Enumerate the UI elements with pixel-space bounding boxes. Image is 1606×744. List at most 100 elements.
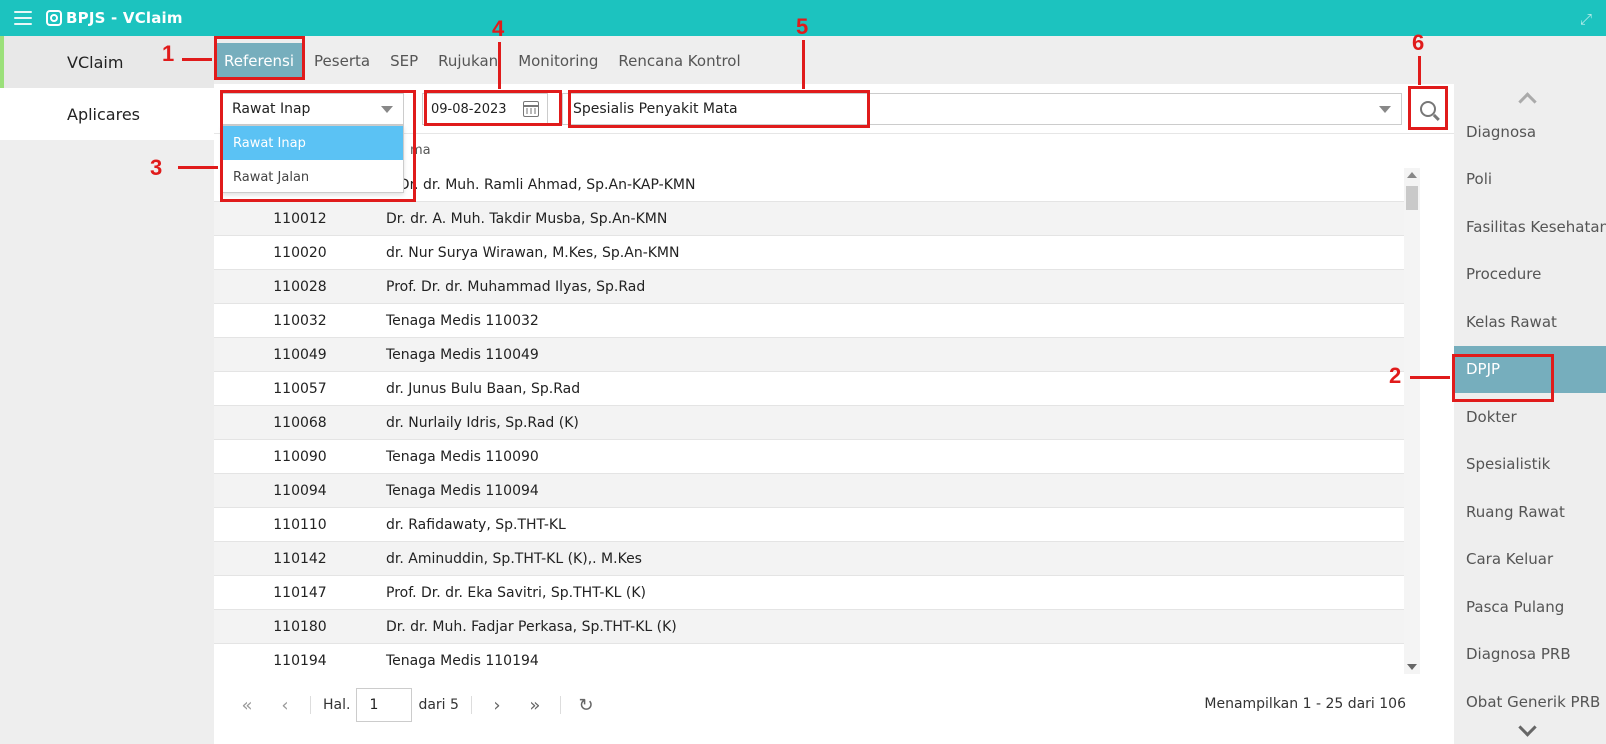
annotation-line-4 — [498, 42, 501, 89]
cell-kode: 110012 — [273, 210, 327, 227]
cell-kode: 110032 — [273, 312, 327, 329]
leftnav-item-vclaim[interactable]: VClaim — [0, 36, 214, 88]
annotation-number-2: 2 — [1389, 363, 1402, 388]
annotation-line-1 — [182, 58, 212, 61]
app-title: BPJS - VClaim — [66, 9, 183, 27]
annotation-number-1: 1 — [162, 41, 175, 66]
rightnav-item-spesialistik[interactable]: Spesialistik — [1454, 441, 1606, 489]
right-sidebar: Diagnosa Poli Fasilitas Kesehatan Procedure… — [1454, 84, 1606, 744]
cell-nama: Tenaga Medis 110049 — [386, 346, 539, 363]
annotation-number-3: 3 — [150, 155, 163, 180]
cell-nama: dr. Aminuddin, Sp.THT-KL (K),. M.Kes — [386, 550, 642, 567]
chevron-down-icon[interactable] — [1379, 106, 1391, 113]
tab-monitoring[interactable]: Monitoring — [508, 43, 608, 79]
table-row[interactable]: 110180 Dr. dr. Muh. Fadjar Perkasa, Sp.TH… — [214, 610, 1404, 644]
cell-kode: 110147 — [273, 584, 327, 601]
scroll-up-icon[interactable] — [1407, 172, 1417, 178]
scroll-down-icon[interactable] — [1407, 664, 1417, 670]
rightnav-item-ruang-rawat[interactable]: Ruang Rawat — [1454, 488, 1606, 536]
last-page-icon[interactable]: » — [516, 690, 554, 720]
cell-kode: 110057 — [273, 380, 327, 397]
page-number-input[interactable]: 1 — [356, 688, 413, 722]
refresh-icon[interactable]: ↻ — [567, 690, 605, 720]
expand-icon[interactable]: ⤢ — [1580, 10, 1592, 28]
cell-kode: 110090 — [273, 448, 327, 465]
cell-nama: Dr. dr. Muh. Fadjar Perkasa, Sp.THT-KL (… — [386, 618, 677, 635]
table-row[interactable]: 110032 Tenaga Medis 110032 — [214, 304, 1404, 338]
cell-nama: Dr. dr. A. Muh. Takdir Musba, Sp.An-KMN — [386, 210, 668, 227]
cell-kode: 110049 — [273, 346, 327, 363]
annotation-box-2 — [1452, 354, 1554, 402]
annotation-box-1 — [214, 36, 305, 80]
table-row[interactable]: 110028 Prof. Dr. dr. Muhammad Ilyas, Sp.R… — [214, 270, 1404, 304]
annotation-line-5 — [802, 40, 805, 89]
cell-nama: dr. Junus Bulu Baan, Sp.Rad — [386, 380, 581, 397]
cell-kode: 110180 — [273, 618, 327, 635]
annotation-line-6 — [1418, 56, 1421, 85]
dpjp-table: ma f. Dr. dr. Muh. Ramli Ahmad, Sp.An-KA… — [214, 134, 1454, 674]
cell-nama: Tenaga Medis 110090 — [386, 448, 539, 465]
pager-hal-label: Hal. — [323, 697, 351, 713]
bpjs-logo-icon — [46, 10, 62, 26]
cell-nama: Tenaga Medis 110194 — [386, 652, 539, 669]
leftnav-item-aplicares[interactable]: Aplicares — [0, 88, 214, 140]
table-row[interactable]: 110194 Tenaga Medis 110194 — [214, 644, 1404, 674]
annotation-line-2 — [1410, 376, 1450, 379]
cell-kode: 110142 — [273, 550, 327, 567]
pager-divider — [310, 696, 311, 714]
table-row[interactable]: 110147 Prof. Dr. dr. Eka Savitri, Sp.THT-… — [214, 576, 1404, 610]
referensi-menu: Diagnosa Poli Fasilitas Kesehatan Procedure… — [1454, 108, 1606, 726]
table-scrollbar[interactable] — [1404, 168, 1420, 674]
table-row[interactable]: 110020 dr. Nur Surya Wirawan, M.Kes, Sp.A… — [214, 236, 1404, 270]
table-row[interactable]: 110090 Tenaga Medis 110090 — [214, 440, 1404, 474]
table-row[interactable]: 110057 dr. Junus Bulu Baan, Sp.Rad — [214, 372, 1404, 406]
cell-kode: 110028 — [273, 278, 327, 295]
cell-nama: dr. Nur Surya Wirawan, M.Kes, Sp.An-KMN — [386, 244, 680, 261]
rightnav-item-fasilitas-kesehatan[interactable]: Fasilitas Kesehatan — [1454, 203, 1606, 251]
chevron-up-icon[interactable] — [1520, 92, 1534, 106]
tab-rencana-kontrol[interactable]: Rencana Kontrol — [608, 43, 750, 79]
table-row[interactable]: 110142 dr. Aminuddin, Sp.THT-KL (K),. M.K… — [214, 542, 1404, 576]
prev-page-icon[interactable]: ‹ — [266, 690, 304, 720]
rightnav-item-poli[interactable]: Poli — [1454, 156, 1606, 204]
hamburger-menu-icon[interactable] — [14, 11, 32, 25]
rightnav-item-kelas-rawat[interactable]: Kelas Rawat — [1454, 298, 1606, 346]
table-row[interactable]: 110049 Tenaga Medis 110049 — [214, 338, 1404, 372]
rightnav-item-diagnosa-prb[interactable]: Diagnosa PRB — [1454, 631, 1606, 679]
rightnav-item-diagnosa[interactable]: Diagnosa — [1454, 108, 1606, 156]
table-row[interactable]: 110012 Dr. dr. A. Muh. Takdir Musba, Sp.A… — [214, 202, 1404, 236]
first-page-icon[interactable]: « — [228, 690, 266, 720]
annotation-box-5 — [568, 90, 870, 128]
cell-nama: Tenaga Medis 110094 — [386, 482, 539, 499]
pager-divider — [470, 696, 472, 714]
table-row[interactable]: 110110 dr. Rafidawaty, Sp.THT-KL — [214, 508, 1404, 542]
rightnav-item-obat-generik-prb[interactable]: Obat Generik PRB — [1454, 678, 1606, 726]
pager-divider — [559, 696, 561, 714]
table-row[interactable]: 110068 dr. Nurlaily Idris, Sp.Rad (K) — [214, 406, 1404, 440]
annotation-number-6: 6 — [1412, 30, 1425, 55]
annotation-number-4: 4 — [492, 16, 505, 41]
cell-kode: 110068 — [273, 414, 327, 431]
table-row[interactable]: 110094 Tenaga Medis 110094 — [214, 474, 1404, 508]
pagination-bar: « ‹ Hal. 1 dari 5 › » ↻ Menampilkan 1 - … — [214, 680, 1454, 730]
tab-sep[interactable]: SEP — [380, 43, 428, 79]
cell-kode: 110020 — [273, 244, 327, 261]
chevron-down-icon[interactable] — [1520, 722, 1534, 736]
annotation-box-4 — [424, 90, 562, 126]
rightnav-item-pasca-pulang[interactable]: Pasca Pulang — [1454, 583, 1606, 631]
cell-kode: 110110 — [273, 516, 327, 533]
cell-nama: Tenaga Medis 110032 — [386, 312, 539, 329]
pager-info: Menampilkan 1 - 25 dari 106 — [1204, 696, 1406, 712]
cell-nama: dr. Nurlaily Idris, Sp.Rad (K) — [386, 414, 579, 431]
tab-rujukan[interactable]: Rujukan — [428, 43, 508, 79]
annotation-number-5: 5 — [796, 14, 809, 39]
tab-peserta[interactable]: Peserta — [304, 43, 380, 79]
rightnav-item-procedure[interactable]: Procedure — [1454, 251, 1606, 299]
table-body: f. Dr. dr. Muh. Ramli Ahmad, Sp.An-KAP-K… — [214, 168, 1404, 674]
next-page-icon[interactable]: › — [478, 690, 516, 720]
annotation-line-3 — [178, 166, 218, 169]
cell-kode: 110094 — [273, 482, 327, 499]
cell-nama: Prof. Dr. dr. Muhammad Ilyas, Sp.Rad — [386, 278, 646, 295]
rightnav-item-cara-keluar[interactable]: Cara Keluar — [1454, 536, 1606, 584]
scroll-thumb[interactable] — [1406, 186, 1418, 210]
